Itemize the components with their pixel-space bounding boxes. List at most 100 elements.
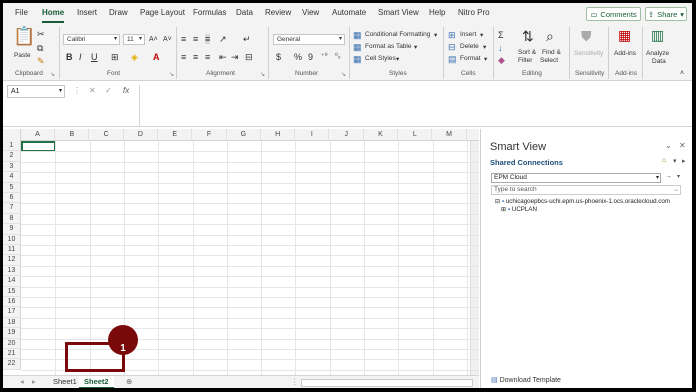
formula-input[interactable] <box>139 85 692 127</box>
alignment-launcher-icon[interactable]: ↘ <box>260 71 265 78</box>
column-header[interactable]: G <box>227 129 261 141</box>
worksheet-grid[interactable]: ABCDEFGHIJKLM 1 2 3 4 5 6 7 8 9 10 11 12 13 14 15 16 17 1… <box>3 129 479 376</box>
chevron-down-icon[interactable]: ▾ <box>673 157 677 165</box>
delete-cells-button[interactable]: Delete <box>460 43 479 50</box>
row-header[interactable]: 11 <box>3 245 21 256</box>
add-ins-button[interactable]: Add-ins <box>614 50 636 57</box>
column-header[interactable]: H <box>261 129 296 141</box>
copy-icon[interactable]: ⧉ <box>37 43 43 53</box>
row-header[interactable]: 5 <box>3 182 21 193</box>
row-header[interactable]: 3 <box>3 161 21 173</box>
number-launcher-icon[interactable]: ↘ <box>341 71 346 78</box>
comments-button[interactable]: ▭ Comments <box>586 7 641 21</box>
row-header[interactable]: 22 <box>3 359 21 370</box>
cancel-icon[interactable]: ✕ <box>89 86 96 95</box>
cell-styles-button[interactable]: Cell Styles <box>365 55 396 62</box>
currency-button[interactable]: $ <box>276 52 281 62</box>
clipboard-launcher-icon[interactable]: ↘ <box>50 71 55 78</box>
select-all-corner[interactable] <box>3 129 21 141</box>
column-header[interactable]: E <box>158 129 193 141</box>
autosum-button[interactable]: Σ <box>498 30 504 40</box>
sort-filter-icon[interactable]: ⇅ <box>522 29 534 43</box>
next-sheet-icon[interactable]: ▸ <box>27 376 41 388</box>
align-bottom-icon[interactable]: ≡ <box>205 34 211 44</box>
tab-review[interactable]: Review <box>265 8 291 17</box>
horizontal-scrollbar[interactable] <box>301 379 473 387</box>
sheet-tab-sheet1[interactable]: Sheet1 <box>48 376 82 388</box>
tab-nitro-pro[interactable]: Nitro Pro <box>458 8 490 17</box>
format-cells-button[interactable]: Format <box>460 55 481 62</box>
clear-icon[interactable]: ◆ <box>498 55 505 65</box>
row-header[interactable]: 10 <box>3 234 21 245</box>
name-box[interactable]: A1 ▾ <box>7 85 65 98</box>
row-header[interactable]: 19 <box>3 328 21 339</box>
tab-data[interactable]: Data <box>236 8 253 17</box>
row-header[interactable]: 8 <box>3 213 21 225</box>
borders-icon[interactable]: ⊞ <box>111 52 119 62</box>
row-header[interactable]: 16 <box>3 297 21 308</box>
tab-automate[interactable]: Automate <box>332 8 366 17</box>
bold-button[interactable]: B <box>66 52 73 62</box>
more-icon[interactable]: ▸ <box>682 157 686 165</box>
number-format-select[interactable]: General ▾ <box>273 34 345 45</box>
tab-insert[interactable]: Insert <box>77 8 97 17</box>
tab-view[interactable]: View <box>302 8 319 17</box>
align-center-icon[interactable]: ≡ <box>193 52 198 62</box>
column-header[interactable]: J <box>330 129 364 141</box>
font-name-select[interactable]: Calibri ▾ <box>63 34 120 45</box>
align-right-icon[interactable]: ≡ <box>205 52 210 62</box>
decrease-indent-icon[interactable]: ⇤ <box>219 52 227 62</box>
analyze-data-label-2[interactable]: Data <box>652 58 666 65</box>
row-header[interactable]: 2 <box>3 151 21 162</box>
column-header[interactable]: I <box>295 129 330 141</box>
sensitivity-button[interactable]: Sensitivity <box>574 50 603 57</box>
sort-filter-label[interactable]: Sort & <box>518 49 536 56</box>
underline-button[interactable]: U <box>91 52 98 62</box>
font-launcher-icon[interactable]: ↘ <box>169 71 174 78</box>
connection-select[interactable]: EPM Cloud ▾ <box>491 173 661 183</box>
row-header[interactable]: 4 <box>3 172 21 183</box>
italic-button[interactable]: I <box>79 52 82 62</box>
format-painter-icon[interactable]: ✎ <box>37 56 45 66</box>
fill-color-icon[interactable]: ◈ <box>131 52 138 62</box>
orientation-icon[interactable]: ↗ <box>219 34 227 44</box>
sort-filter-label-2[interactable]: Filter <box>518 57 532 64</box>
tab-file[interactable]: File <box>15 8 28 17</box>
paste-icon[interactable]: 📋 <box>13 27 35 45</box>
sheet-tab-sheet2[interactable]: Sheet2 <box>79 376 114 388</box>
align-top-icon[interactable]: ≡ <box>181 34 186 44</box>
row-header[interactable]: 14 <box>3 276 21 287</box>
analyze-data-button[interactable]: Analyze <box>646 50 669 57</box>
column-header[interactable]: D <box>124 129 158 141</box>
chevron-down-icon[interactable]: ⌄ <box>665 141 672 150</box>
merge-center-icon[interactable]: ⊟ <box>245 52 253 62</box>
search-input[interactable]: Type to search → <box>491 185 681 195</box>
tree-item-app[interactable]: ⊞ ▪ UCPLAN <box>501 206 537 213</box>
row-header[interactable]: 1 <box>3 141 21 152</box>
conditional-formatting-button[interactable]: Conditional Formatting <box>365 31 430 38</box>
tab-formulas[interactable]: Formulas <box>193 8 226 17</box>
go-icon[interactable]: → <box>665 173 672 180</box>
column-header[interactable]: C <box>90 129 124 141</box>
close-icon[interactable]: ✕ <box>679 141 686 150</box>
row-header[interactable]: 13 <box>3 265 21 277</box>
find-select-label-2[interactable]: Select <box>540 57 558 64</box>
tab-smart-view[interactable]: Smart View <box>378 8 419 17</box>
comma-button[interactable]: 9 <box>308 52 313 62</box>
font-color-icon[interactable]: A <box>153 52 160 62</box>
row-header[interactable]: 20 <box>3 338 21 349</box>
column-header[interactable]: A <box>21 129 55 141</box>
increase-font-icon[interactable]: A˄ <box>149 35 158 45</box>
format-as-table-button[interactable]: Format as Table <box>365 43 411 50</box>
wrap-text-icon[interactable]: ↵ <box>243 34 251 44</box>
row-header[interactable]: 6 <box>3 193 21 204</box>
insert-function-icon[interactable]: fx <box>123 86 129 95</box>
row-header[interactable]: 21 <box>3 349 21 360</box>
add-sheet-icon[interactable]: ⊕ <box>121 376 137 388</box>
download-template-link[interactable]: ▤ Download Template <box>491 376 561 384</box>
align-middle-icon[interactable]: ≡ <box>193 34 198 44</box>
increase-indent-icon[interactable]: ⇥ <box>231 52 239 62</box>
collapse-ribbon-icon[interactable]: ˄ <box>680 69 684 79</box>
column-header[interactable]: M <box>433 129 467 141</box>
add-ins-icon[interactable]: ▦ <box>618 28 631 42</box>
